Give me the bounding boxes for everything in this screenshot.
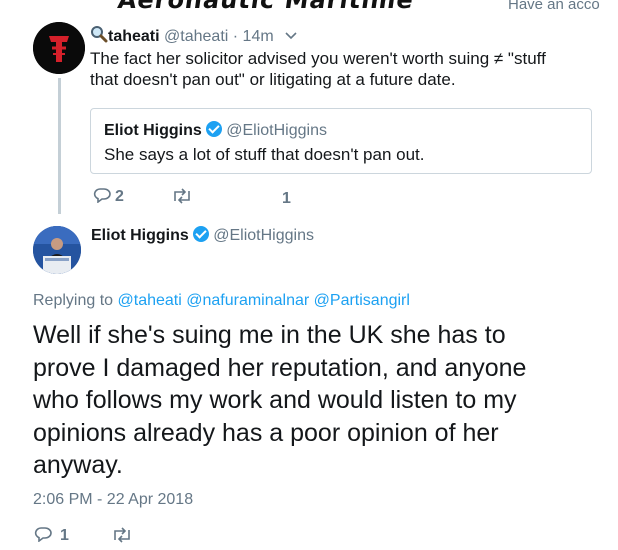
have-an-account-text[interactable]: Have an acco — [508, 0, 600, 13]
parent-text-line-1: The fact her solicitor advised you weren… — [90, 49, 546, 68]
main-reply-action[interactable]: 1 — [34, 526, 69, 545]
main-tweet-header: Eliot Higgins @EliotHiggins — [91, 226, 314, 245]
reply-to-mention-2[interactable]: @nafuraminalnar — [186, 292, 309, 309]
like-count: 1 — [282, 190, 291, 207]
reply-action[interactable]: 2 — [93, 187, 124, 206]
quoted-handle: @EliotHiggins — [226, 122, 327, 139]
reply-to-mention-3[interactable]: @Partisangirl — [314, 292, 410, 309]
parent-tweet-text: The fact her solicitor advised you weren… — [90, 48, 610, 90]
parent-time[interactable]: 14m — [243, 28, 274, 45]
magnifier-emoji-icon — [90, 25, 108, 43]
main-text-line-5: anyway. — [33, 451, 123, 479]
reply-to-mention-1[interactable]: @taheati — [118, 292, 182, 309]
parent-tweet-header: taheati @taheati · 14m — [90, 25, 298, 46]
chevron-down-icon[interactable] — [284, 28, 298, 40]
main-retweet-action[interactable] — [111, 527, 133, 548]
main-display-name[interactable]: Eliot Higgins — [91, 227, 189, 244]
verified-badge-icon — [205, 121, 222, 137]
reply-icon — [34, 526, 52, 543]
quoted-header: Eliot Higgins @EliotHiggins — [104, 121, 327, 140]
retweet-icon — [171, 188, 193, 204]
banner-artwork-text: Aeronautic Maritime — [116, 0, 416, 14]
main-text-line-2: prove I damaged her reputation, and anyo… — [33, 353, 527, 382]
tweet-timestamp[interactable]: 2:06 PM - 22 Apr 2018 — [33, 491, 193, 509]
main-text-line-3: who follows my work and would listen to … — [33, 386, 517, 414]
reply-count: 2 — [115, 188, 124, 205]
thread-connector-line — [58, 78, 61, 214]
avatar-logo-icon — [33, 22, 85, 74]
main-text-line-4: opinions already has a poor opinion of h… — [33, 418, 499, 447]
retweet-action[interactable] — [171, 188, 193, 209]
reply-icon — [93, 187, 111, 204]
main-reply-count: 1 — [60, 527, 69, 544]
parent-display-name[interactable]: taheati — [108, 28, 160, 45]
header-separator: · — [232, 28, 239, 45]
like-action[interactable]: 1 — [248, 187, 291, 208]
replying-to-label: Replying to — [33, 292, 114, 309]
main-handle[interactable]: @EliotHiggins — [213, 227, 314, 244]
quoted-text: She says a lot of stuff that doesn't pan… — [104, 145, 425, 164]
replying-to: Replying to @taheati @nafuraminalnar @Pa… — [33, 292, 410, 310]
quoted-tweet[interactable]: Eliot Higgins @EliotHiggins She says a l… — [90, 108, 592, 174]
taheati-avatar[interactable] — [33, 22, 85, 74]
parent-text-line-2: that doesn't pan out" or litigating at a… — [90, 70, 456, 89]
profile-banner: Aeronautic Maritime Have an acco — [0, 0, 618, 14]
verified-badge-icon — [192, 226, 209, 242]
parent-handle[interactable]: @taheati — [164, 28, 228, 45]
quoted-display-name: Eliot Higgins — [104, 122, 202, 139]
like-icon — [248, 187, 266, 203]
eliot-higgins-avatar[interactable] — [33, 226, 81, 274]
retweet-icon — [111, 527, 133, 543]
avatar-photo-icon — [33, 226, 81, 274]
main-tweet-text: Well if she's suing me in the UK she has… — [33, 319, 613, 482]
main-text-line-1: Well if she's suing me in the UK she has… — [33, 321, 506, 349]
